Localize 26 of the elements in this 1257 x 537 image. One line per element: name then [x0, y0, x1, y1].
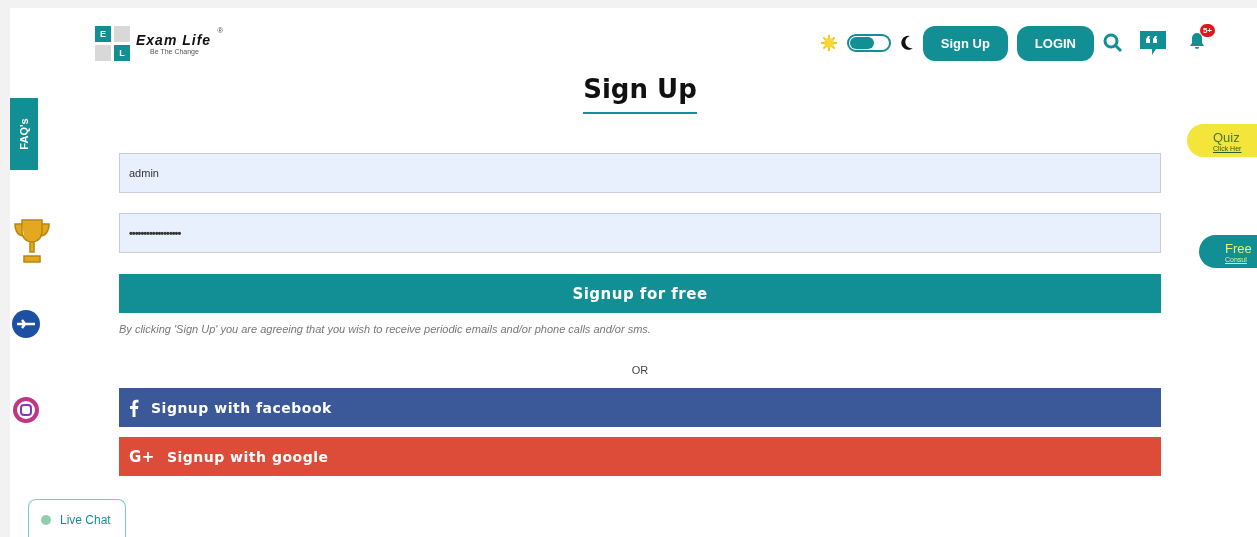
logo-name: Exam Life: [136, 31, 212, 48]
registered-mark: ®: [217, 25, 224, 35]
google-signup-button[interactable]: G+ Signup with google: [119, 437, 1161, 476]
faq-tab[interactable]: FAQ's: [10, 98, 38, 170]
or-divider: OR: [631, 364, 649, 376]
sun-icon: [819, 34, 838, 52]
moon-icon: [899, 35, 914, 51]
theme-toggle[interactable]: [846, 34, 891, 52]
signup-free-button[interactable]: Signup for free: [119, 274, 1161, 313]
logo-letter: L: [114, 44, 130, 61]
instagram-icon[interactable]: [12, 396, 40, 424]
facebook-icon: [129, 398, 139, 417]
live-chat-button[interactable]: Live Chat: [28, 499, 126, 537]
logo-letter: E: [95, 25, 111, 42]
username-field[interactable]: admin: [119, 153, 1161, 193]
page-title: Sign Up: [583, 74, 697, 114]
search-icon[interactable]: [1103, 33, 1123, 53]
trophy-icon[interactable]: [12, 216, 52, 264]
login-button[interactable]: LOGIN: [1016, 25, 1094, 61]
bell-icon[interactable]: [1189, 32, 1205, 50]
signup-button[interactable]: Sign Up: [922, 25, 1008, 61]
password-field[interactable]: ••••••••••••••••••: [119, 213, 1161, 253]
notification-badge: 5+: [1199, 24, 1215, 37]
consent-notice: By clicking 'Sign Up' you are agreeing that you wish to receive periodic emails and/or phone calls and/or sms.: [119, 323, 652, 335]
quote-icon[interactable]: [1140, 29, 1166, 57]
facebook-signup-button[interactable]: Signup with facebook: [119, 388, 1161, 427]
